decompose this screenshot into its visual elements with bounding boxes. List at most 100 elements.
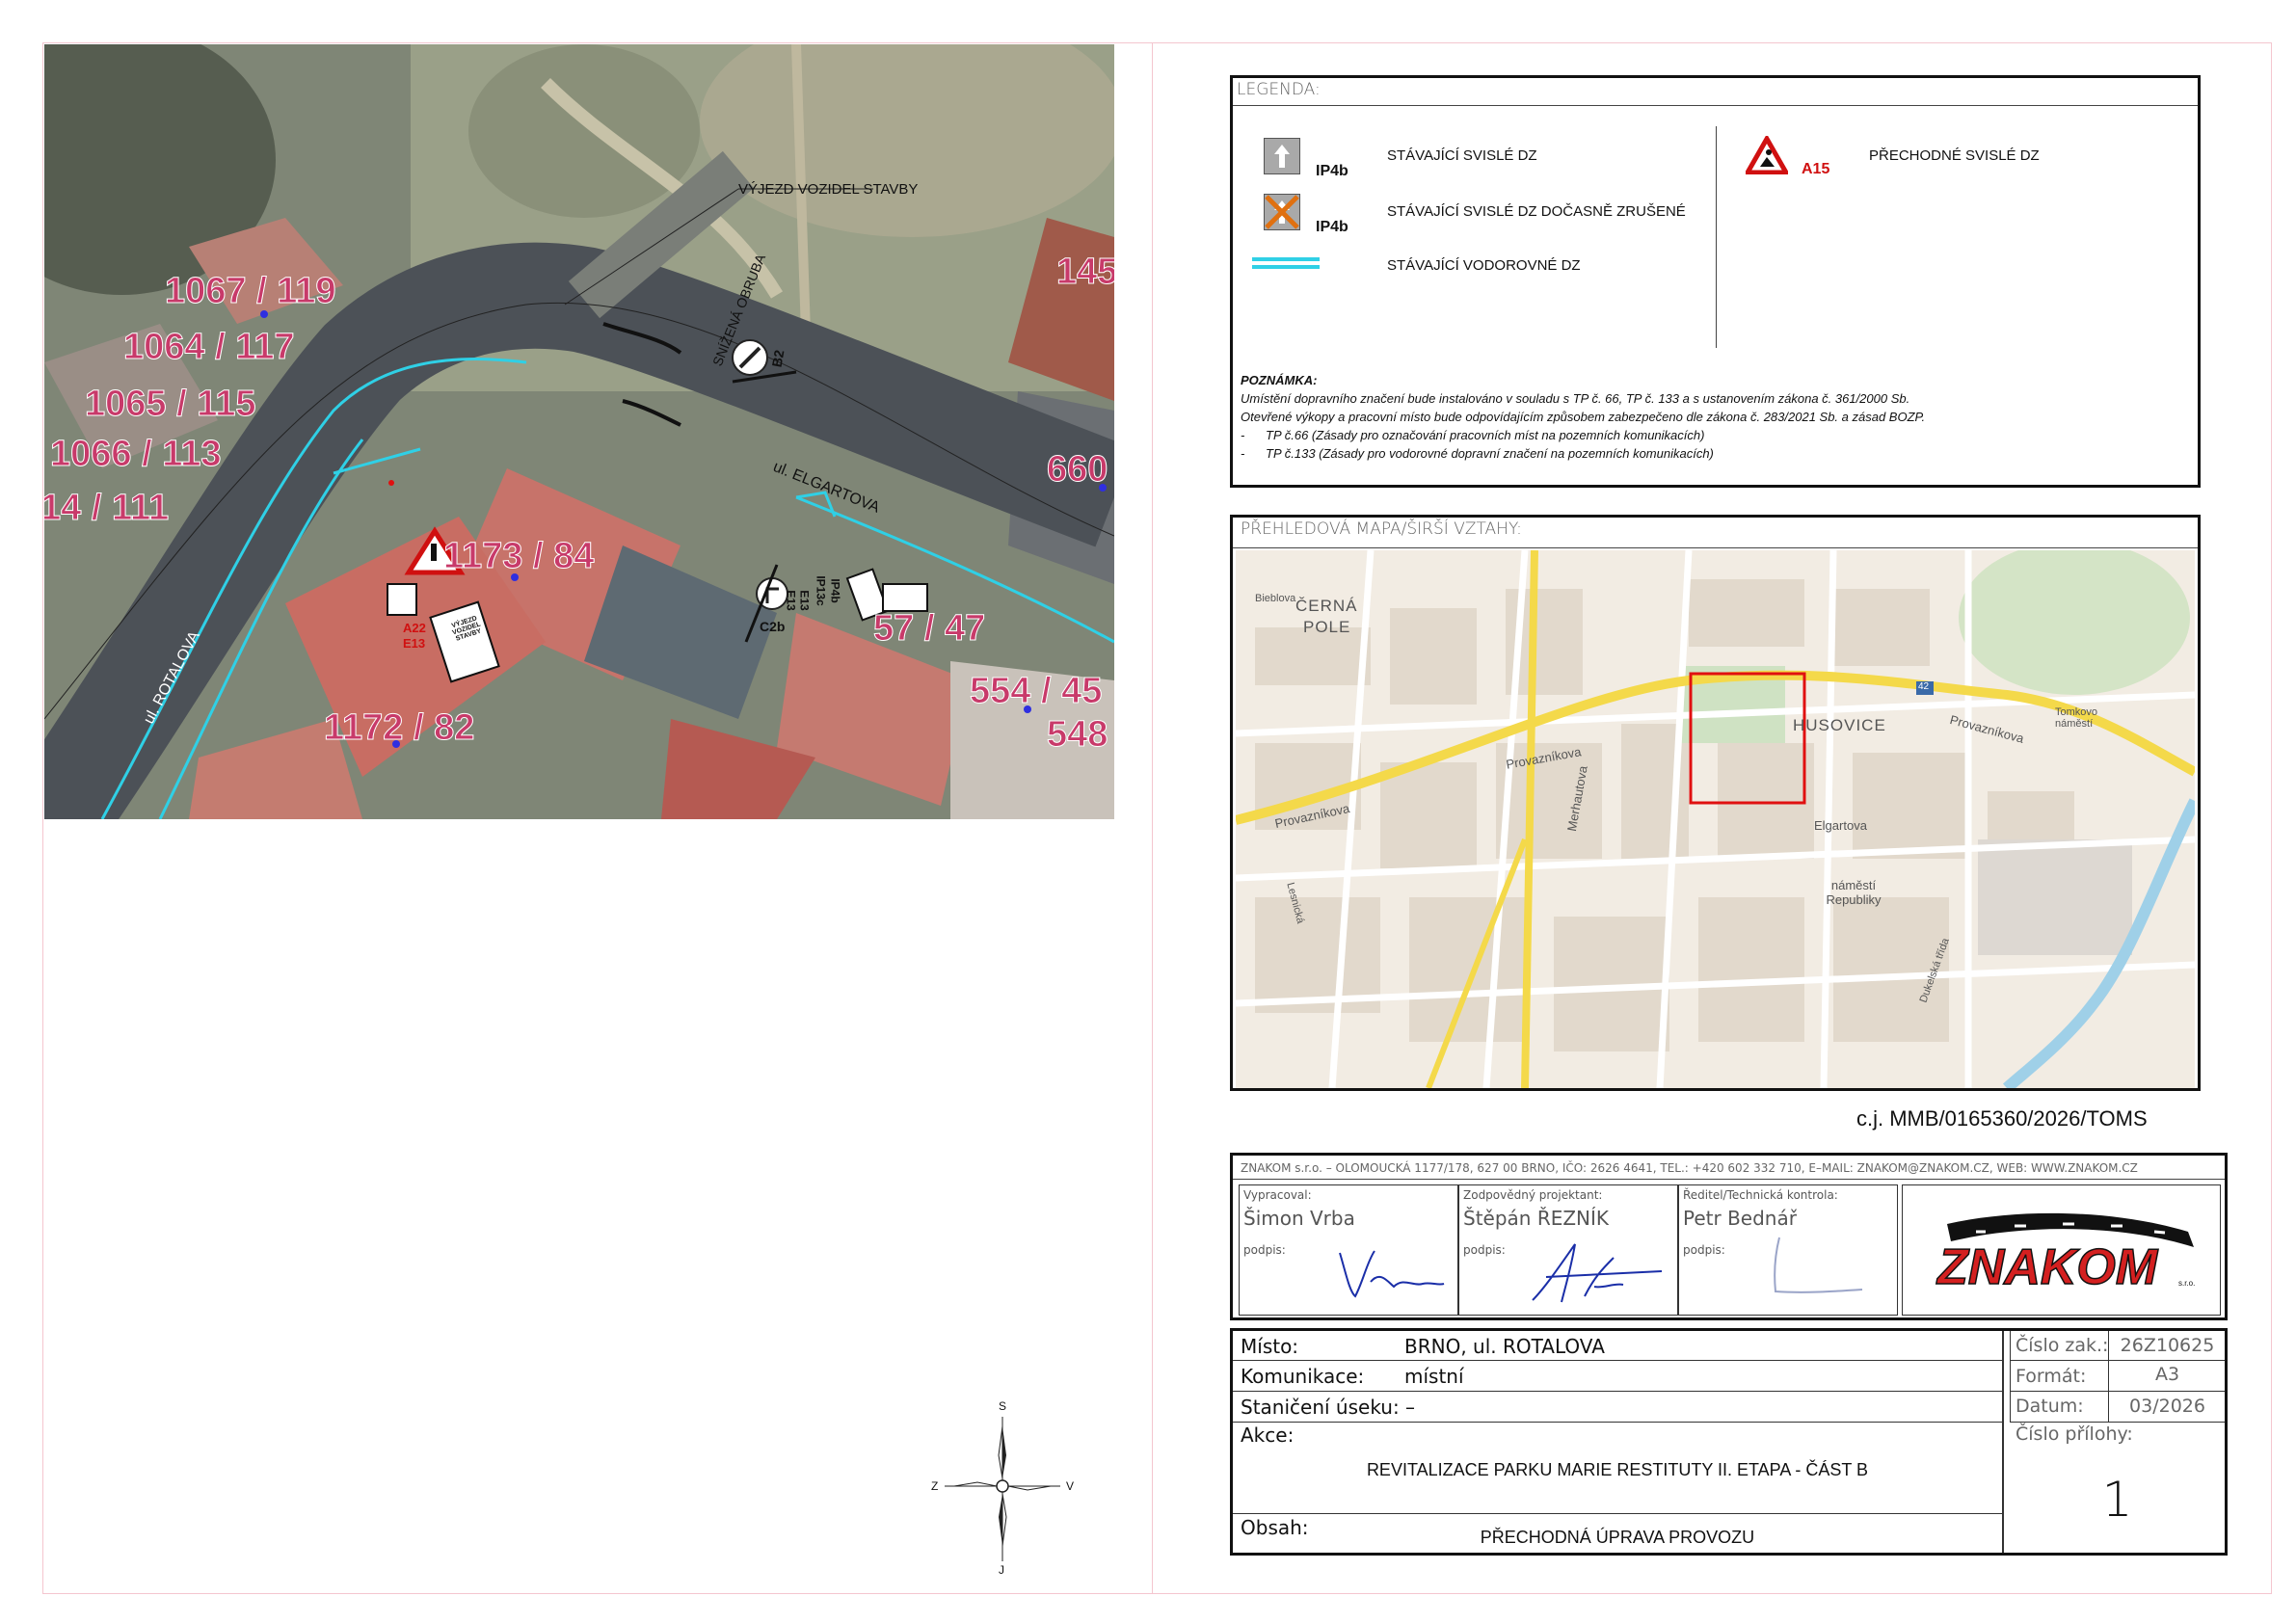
cyan-line-icon	[1252, 257, 1320, 269]
compass-south: J	[999, 1563, 1004, 1577]
datum-label: Datum:	[2016, 1396, 2084, 1417]
map-label: Bieblova	[1255, 593, 1296, 604]
parcel-label: 1066 / 113	[50, 434, 223, 475]
signature-bednar	[1774, 1237, 1863, 1293]
compass-north: S	[999, 1399, 1007, 1413]
overview-box: PŘEHLEDOVÁ MAPA/ŠIRŠÍ VZTAHY: ČERNÁ POLE…	[1230, 515, 2201, 1091]
info-block: Místo: BRNO, ul. ROTALOVA Komunikace: mí…	[1230, 1328, 2228, 1556]
sign-code: B2	[768, 348, 788, 369]
parcel-label: 548	[1046, 714, 1108, 756]
map-label: POLE	[1303, 618, 1351, 636]
sign-code: E13	[403, 636, 426, 651]
parcel-label: 57 / 47	[872, 608, 986, 650]
parcel-label: 554 / 45	[969, 671, 1103, 712]
parcel-label: 660	[1046, 449, 1108, 491]
person-name: Šimon Vrba	[1243, 1207, 1355, 1230]
svg-text:ZNAKOM: ZNAKOM	[1936, 1239, 2159, 1295]
datum-value: 03/2026	[2129, 1396, 2205, 1417]
reference-number: c.j. MMB/0165360/2026/TOMS	[1856, 1106, 2148, 1131]
company-underline	[1233, 1179, 2225, 1180]
overview-title: PŘEHLEDOVÁ MAPA/ŠIRŠÍ VZTAHY:	[1241, 519, 1522, 539]
akce-label: Akce:	[1241, 1423, 1295, 1447]
parcel-label: 14 / 111	[44, 488, 170, 529]
signature-cell-1: Vypracoval: Šimon Vrba podpis:	[1239, 1184, 1458, 1316]
parcel-label: 1065 / 115	[85, 384, 257, 425]
row-divider	[1233, 1513, 2002, 1514]
up-arrow-icon	[1274, 145, 1290, 168]
sign-code: A22	[403, 621, 426, 635]
misto-value: BRNO, ul. ROTALOVA	[1404, 1335, 1605, 1358]
sign-code: IP4b	[828, 578, 842, 603]
right-row-divider	[2010, 1422, 2225, 1423]
legend-box: LEGENDA: IP4b STÁVAJÍCÍ SVISLÉ DZ IP4b S…	[1230, 75, 2201, 488]
note-line: - TP č.66 (Zásady pro označování pracovn…	[1241, 428, 1705, 442]
row-divider	[1233, 1422, 2002, 1423]
role-label: Vypracoval:	[1243, 1188, 1312, 1202]
row-divider	[1233, 1391, 2002, 1392]
note-line: Otevřené výkopy a pracovní místo bude od…	[1241, 410, 1926, 424]
map-label: Elgartova	[1814, 818, 1867, 833]
legend-title-underline	[1233, 105, 2198, 106]
map-label: HUSOVICE	[1793, 716, 1886, 734]
sign-code: E13	[797, 590, 812, 611]
format-label: Formát:	[2016, 1366, 2087, 1387]
signature-vrba	[1339, 1250, 1445, 1298]
person-name: Petr Bednář	[1683, 1207, 1797, 1230]
signature-cell-3: Ředitel/Technická kontrola: Petr Bednář …	[1678, 1184, 1898, 1316]
misto-label: Místo:	[1241, 1335, 1299, 1358]
format-value: A3	[2154, 1364, 2180, 1385]
row-divider	[1233, 1360, 2002, 1361]
compass-east: V	[1066, 1479, 1075, 1493]
compass: S J Z V	[925, 1397, 1080, 1581]
person-name: Štěpán ŘEZNÍK	[1463, 1207, 1610, 1230]
overview-title-underline	[1233, 547, 2198, 548]
aerial-map-drawing	[44, 44, 1114, 819]
note-line: Umístění dopravního značení bude instalo…	[1241, 391, 1910, 406]
obsah-value: PŘECHODNÁ ÚPRAVA PROVOZU	[1480, 1528, 1755, 1547]
compass-drawing	[945, 1417, 1060, 1561]
right-row-divider	[2010, 1360, 2225, 1361]
logo-cell: ZNAKOM s.r.o.	[1902, 1184, 2221, 1316]
legend-code: IP4b	[1316, 163, 1348, 179]
akce-value: REVITALIZACE PARKU MARIE RESTITUTY II. E…	[1366, 1460, 1869, 1479]
komunikace-value: místní	[1404, 1365, 1464, 1388]
komunikace-label: Komunikace:	[1241, 1365, 1365, 1388]
map-label: ČERNÁ	[1295, 597, 1358, 615]
sign-label: podpis:	[1463, 1243, 1506, 1257]
role-label: Ředitel/Technická kontrola:	[1683, 1188, 1838, 1202]
legend-code: IP4b	[1316, 219, 1348, 235]
note-title: POZNÁMKA:	[1241, 373, 1318, 387]
signature-block: ZNAKOM s.r.o. – OLOMOUCKÁ 1177/178, 627 …	[1230, 1153, 2228, 1320]
right-row-divider	[2010, 1391, 2225, 1392]
road-badge: 42	[1918, 681, 1930, 692]
legend-title: LEGENDA:	[1237, 80, 1321, 99]
parcel-label: 1172 / 82	[323, 707, 475, 749]
overview-map: ČERNÁ POLE HUSOVICE Provazníkova Provazn…	[1236, 550, 2195, 1088]
role-label: Zodpovědný projektant:	[1463, 1188, 1603, 1202]
legend-code: A15	[1802, 161, 1830, 177]
parcel-label: 1064 / 117	[123, 327, 296, 368]
signature-reznik	[1532, 1243, 1663, 1303]
svg-text:s.r.o.: s.r.o.	[2178, 1279, 2195, 1288]
parcel-label: 1067 / 119	[165, 271, 337, 312]
right-divider	[2010, 1331, 2011, 1422]
arrow-sign-icon	[1264, 138, 1300, 174]
staniceni-label: Staničení úseku: –	[1241, 1396, 1416, 1419]
cislo-prilohy-label: Číslo přílohy:	[2016, 1423, 2133, 1445]
company-line: ZNAKOM s.r.o. – OLOMOUCKÁ 1177/178, 627 …	[1241, 1161, 2138, 1175]
znakom-logo: ZNAKOM s.r.o.	[1935, 1212, 2195, 1296]
note-line: - TP č.133 (Zásady pro vodorovné dopravn…	[1241, 446, 1714, 461]
compass-west: Z	[931, 1479, 939, 1493]
roadworks-warning-icon	[1746, 136, 1788, 174]
cislo-zak-value: 26Z10625	[2120, 1335, 2215, 1356]
sign-code: E13	[784, 590, 798, 611]
legend-item-text: STÁVAJÍCÍ SVISLÉ DZ	[1387, 147, 1537, 164]
legend-divider	[1716, 126, 1717, 348]
cross-icon	[1265, 195, 1299, 229]
cislo-prilohy-value: 1	[2101, 1472, 2133, 1528]
cislo-zak-label: Číslo zak.:	[2016, 1335, 2109, 1356]
aerial-map: 1067 / 119 1064 / 117 1065 / 115 1066 / …	[44, 44, 1114, 819]
map-label: náměstí Republiky	[1826, 878, 1882, 907]
overview-map-drawing	[1236, 550, 2195, 1088]
sign-label: podpis:	[1683, 1243, 1725, 1257]
